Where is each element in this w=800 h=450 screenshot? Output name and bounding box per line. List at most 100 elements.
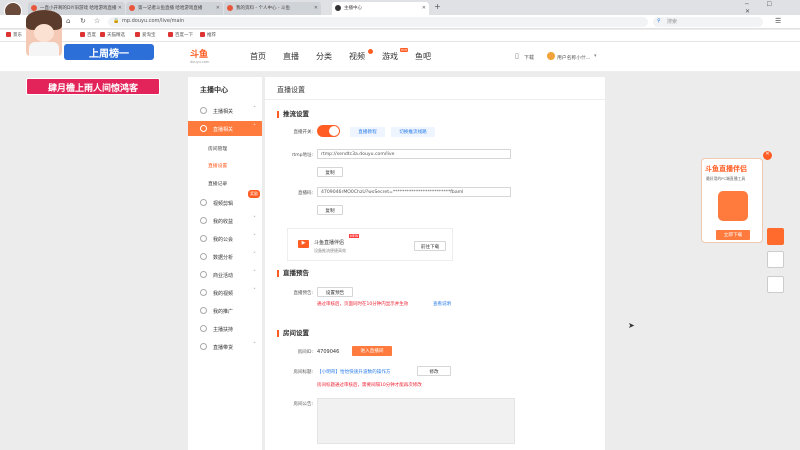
- phone-icon[interactable]: ▯: [515, 52, 519, 60]
- tutorial-button[interactable]: 直播教程: [350, 127, 385, 137]
- monitor-icon: [200, 125, 207, 132]
- sidebar-item-live[interactable]: 直播相关 ˆ: [188, 121, 262, 136]
- megaphone-icon: [200, 307, 207, 314]
- reload-icon[interactable]: ↻: [80, 17, 86, 25]
- share-icon[interactable]: [767, 276, 784, 293]
- bookmark-star-icon[interactable]: ☆: [94, 17, 100, 25]
- sidebar-title: 主播中心: [200, 86, 228, 94]
- coin-icon: [200, 217, 207, 224]
- home-icon[interactable]: [767, 251, 784, 268]
- live-switch-toggle[interactable]: [317, 125, 340, 137]
- tab-favicon-icon: [129, 5, 135, 11]
- sidebar-item-guild[interactable]: 我的公会 ˇ: [188, 231, 262, 246]
- user-avatar[interactable]: [547, 52, 555, 60]
- browser-tab[interactable]: 第一记者斗鱼直播 哈哈游戏直播 ✕: [126, 2, 223, 15]
- widget-download-button[interactable]: 立即下载: [716, 230, 750, 240]
- sidebar-item-video-edit[interactable]: 视频剪辑: [188, 195, 262, 210]
- heart-icon: [200, 325, 207, 332]
- sidebar-sub-room[interactable]: 房间管理: [208, 145, 227, 152]
- room-notice-textarea[interactable]: [317, 398, 515, 444]
- widget-desc: 最好用的PC端直播工具: [706, 176, 746, 181]
- address-bar[interactable]: 🔒 mp.douyu.com/live/main: [108, 17, 648, 27]
- rtmp-address-field[interactable]: rtmp://sendtc3a.douyu.com/live: [317, 149, 511, 159]
- browser-tab-active[interactable]: 主播中心 ✕: [332, 2, 429, 15]
- menu-icon[interactable]: ☰: [775, 17, 781, 25]
- chevron-down-icon: ˇ: [253, 252, 256, 259]
- browser-tab[interactable]: 我的资料 - 个人中心 - 斗鱼 ✕: [224, 2, 321, 15]
- close-icon[interactable]: ✕: [763, 151, 772, 160]
- close-icon[interactable]: ✕: [118, 5, 122, 11]
- user-name[interactable]: 用户名称小什...: [557, 54, 590, 61]
- bookmark-item[interactable]: 推荐: [200, 32, 216, 38]
- stream-code-label: 直播码:: [297, 191, 313, 196]
- browser-search-input[interactable]: ⚲ 搜索: [653, 17, 763, 27]
- rtmp-label: rtmp地址:: [291, 153, 313, 158]
- play-circle-icon[interactable]: [767, 228, 784, 245]
- room-id-label: 房间ID:: [297, 350, 313, 355]
- switch-line-button[interactable]: 切换推流线路: [391, 127, 435, 137]
- close-icon[interactable]: ✕: [314, 5, 318, 11]
- sidebar-item-income[interactable]: 我的收益 ˇ: [188, 213, 262, 228]
- title-divider: [265, 99, 605, 100]
- sidebar-item-promotion[interactable]: 我的推广: [188, 303, 262, 318]
- avatar-face: [34, 24, 54, 42]
- download-link[interactable]: 下载: [524, 54, 534, 61]
- stream-code-field[interactable]: 4709046rMO0ChzU?wsSecret=***************…: [317, 187, 511, 197]
- tab-label: 主播中心: [344, 6, 362, 11]
- room-id-value: 4709046: [317, 349, 340, 355]
- close-icon[interactable]: ✕: [216, 5, 220, 11]
- bookmark-item[interactable]: 景东: [6, 32, 22, 38]
- promo-title: 斗鱼直播伴侣: [314, 240, 345, 246]
- sidebar-item-business[interactable]: 商业活动 ˇ: [188, 267, 262, 282]
- section-room: 房间设置: [277, 330, 309, 337]
- home-icon[interactable]: ⌂: [66, 17, 70, 25]
- douyu-logo[interactable]: 斗鱼 douyu.com: [190, 47, 226, 65]
- preview-help-link[interactable]: 查看说明: [433, 301, 451, 307]
- bookmark-item[interactable]: 爱淘宝: [135, 32, 156, 38]
- nav-live[interactable]: 直播: [283, 51, 299, 62]
- promo-desc: 设备推流便捷高效: [314, 248, 346, 253]
- nav-video[interactable]: 视频: [349, 51, 365, 62]
- sidebar-item-anchor[interactable]: 主播相关 ˆ: [188, 103, 262, 118]
- tab-label: 第一记者斗鱼直播 哈哈游戏直播: [138, 6, 203, 11]
- nav-category[interactable]: 分类: [316, 51, 332, 62]
- nav-game[interactable]: 游戏: [382, 51, 398, 62]
- window-controls: ─ ☐ ✕: [745, 1, 780, 15]
- group-icon: [200, 235, 207, 242]
- chevron-up-icon: ˆ: [253, 106, 256, 113]
- sidebar-item-support[interactable]: 主播扶持: [188, 321, 262, 336]
- avatar-body: [29, 42, 59, 56]
- tab-favicon-icon: [227, 5, 233, 11]
- set-preview-button[interactable]: 设置预告: [317, 287, 353, 297]
- sidebar-item-my-videos[interactable]: 我的视频 ˇ: [188, 285, 262, 300]
- top-rank-banner: 上周榜一: [64, 44, 154, 60]
- bookmark-item[interactable]: 百度: [80, 32, 96, 38]
- companion-widget: 斗鱼直播伴侣 最好用的PC端直播工具 立即下载: [701, 158, 763, 243]
- bookmark-item[interactable]: 百度一下: [168, 32, 193, 38]
- nav-game-tag: HOT: [400, 48, 409, 52]
- sidebar-item-analytics[interactable]: 数据分析 ˇ: [188, 249, 262, 264]
- close-icon[interactable]: ✕: [422, 5, 426, 11]
- video-icon: [200, 289, 207, 296]
- sidebar-sub-settings[interactable]: 直播设置: [208, 162, 227, 169]
- url-text: mp.douyu.com/live/main: [122, 18, 185, 24]
- room-notice-label: 房间公告:: [293, 402, 313, 407]
- main-content: 直播设置 推流设置 直播开关: 直播教程 切换推流线路 rtmp地址: rtmp…: [265, 77, 605, 450]
- sidebar-item-commerce[interactable]: 直播带货 ˆ: [188, 339, 262, 354]
- copy-rtmp-button[interactable]: 复制: [317, 167, 343, 177]
- preview-label: 直播预告:: [293, 291, 313, 296]
- new-tab-icon[interactable]: +: [434, 2, 441, 11]
- tab-favicon-icon: [335, 5, 341, 11]
- bookmark-item[interactable]: 天猫精选: [100, 32, 125, 38]
- room-title-label: 房间标题:: [293, 370, 313, 375]
- sidebar-sub-records[interactable]: 直播记录: [208, 180, 227, 187]
- enter-room-button[interactable]: 进入直播间: [352, 346, 392, 356]
- copy-code-button[interactable]: 复制: [317, 205, 343, 215]
- chevron-down-icon[interactable]: ▾: [594, 53, 597, 59]
- room-title-value: 【小明哥】怡怡快速升波数的操作方: [317, 370, 391, 375]
- edit-title-button[interactable]: 修改: [417, 366, 451, 376]
- promo-download-button[interactable]: 前往下载: [414, 241, 446, 251]
- widget-title: 斗鱼直播伴侣: [705, 165, 747, 173]
- nav-home[interactable]: 首页: [250, 51, 266, 62]
- nav-fishbar[interactable]: 鱼吧: [415, 51, 431, 62]
